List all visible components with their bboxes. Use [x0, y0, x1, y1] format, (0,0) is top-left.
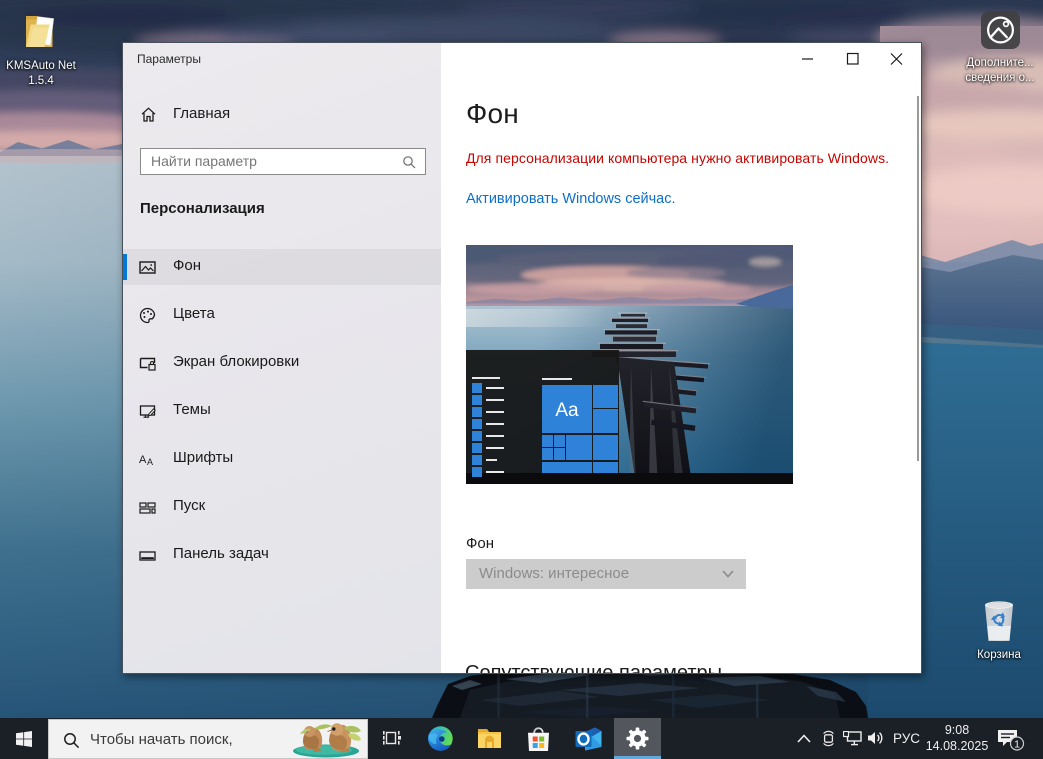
- svg-text:Aa: Aa: [555, 400, 579, 421]
- svg-text:1: 1: [1014, 739, 1020, 751]
- svg-text:A: A: [139, 454, 147, 466]
- svg-text:A: A: [147, 457, 153, 467]
